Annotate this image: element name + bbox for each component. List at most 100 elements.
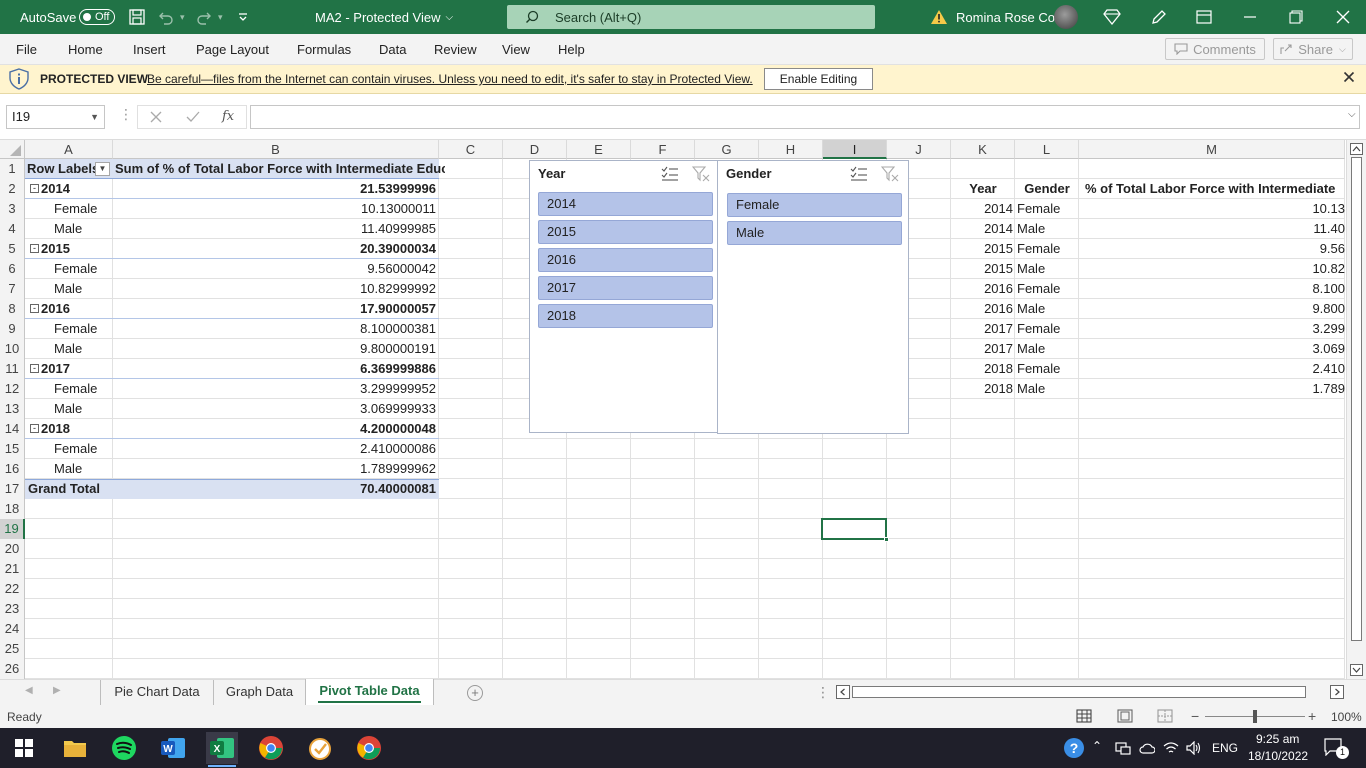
scroll-down-icon[interactable] bbox=[1347, 663, 1366, 677]
column-header-e[interactable]: E bbox=[567, 140, 631, 159]
word-icon[interactable]: W bbox=[157, 732, 189, 764]
volume-icon[interactable] bbox=[1186, 741, 1202, 755]
redo-icon[interactable] bbox=[196, 0, 214, 34]
help-icon[interactable]: ? bbox=[1058, 732, 1090, 764]
column-header-a[interactable]: A bbox=[25, 140, 113, 159]
ribbon-display-icon[interactable] bbox=[1196, 0, 1212, 34]
column-header-m[interactable]: M bbox=[1079, 140, 1345, 159]
row-header[interactable]: 7 bbox=[0, 279, 25, 299]
column-header-f[interactable]: F bbox=[631, 140, 695, 159]
tasks-app-icon[interactable] bbox=[304, 732, 336, 764]
collapse-icon[interactable]: - bbox=[30, 304, 39, 313]
pen-icon[interactable] bbox=[1150, 0, 1168, 34]
active-cell[interactable] bbox=[821, 518, 887, 540]
menu-page-layout[interactable]: Page Layout bbox=[196, 34, 269, 65]
excel-icon[interactable]: X bbox=[206, 732, 238, 767]
restore-icon[interactable] bbox=[1289, 0, 1303, 34]
horizontal-scrollbar[interactable] bbox=[836, 685, 1346, 700]
collapse-icon[interactable]: - bbox=[30, 244, 39, 253]
row-header[interactable]: 17 bbox=[0, 479, 25, 499]
enable-editing-button[interactable]: Enable Editing bbox=[764, 68, 873, 90]
zoom-in-icon[interactable]: + bbox=[1308, 708, 1316, 724]
sheet-tab-graph-data[interactable]: Graph Data bbox=[213, 680, 305, 705]
menu-review[interactable]: Review bbox=[434, 34, 477, 65]
share-button[interactable]: Share ⌵ bbox=[1273, 38, 1353, 60]
language-indicator[interactable]: ENG bbox=[1212, 741, 1238, 755]
row-header[interactable]: 13 bbox=[0, 399, 25, 419]
row-header[interactable]: 10 bbox=[0, 339, 25, 359]
menu-formulas[interactable]: Formulas bbox=[297, 34, 351, 65]
tab-splitter-icon[interactable]: ⋮ bbox=[816, 684, 830, 701]
file-explorer-icon[interactable] bbox=[59, 732, 91, 764]
column-header-c[interactable]: C bbox=[439, 140, 503, 159]
row-header[interactable]: 3 bbox=[0, 199, 25, 219]
column-header-b[interactable]: B bbox=[113, 140, 439, 159]
zoom-slider[interactable] bbox=[1205, 710, 1305, 723]
undo-dropdown-icon[interactable]: ▾ bbox=[180, 0, 185, 34]
column-header-i[interactable]: I bbox=[823, 140, 887, 159]
diamond-icon[interactable] bbox=[1103, 0, 1121, 34]
wifi-icon[interactable] bbox=[1163, 741, 1179, 755]
chrome-icon[interactable] bbox=[255, 732, 287, 764]
row-header[interactable]: 16 bbox=[0, 459, 25, 479]
close-icon[interactable] bbox=[1336, 0, 1350, 34]
network-icon[interactable] bbox=[1115, 741, 1131, 755]
row-header[interactable]: 1 bbox=[0, 159, 25, 179]
column-header-h[interactable]: H bbox=[759, 140, 823, 159]
scroll-left-icon[interactable] bbox=[836, 685, 850, 700]
protected-view-message[interactable]: Be careful—files from the Internet can c… bbox=[147, 72, 753, 86]
formula-input[interactable] bbox=[250, 105, 1360, 129]
row-header[interactable]: 15 bbox=[0, 439, 25, 459]
document-title[interactable]: MA2 - Protected View ⌵ bbox=[315, 0, 453, 34]
cancel-icon[interactable] bbox=[150, 111, 162, 123]
slicer-item-male[interactable]: Male bbox=[727, 221, 902, 245]
year-slicer[interactable]: Year 2014 2015 2016 2017 2018 bbox=[529, 160, 718, 433]
row-header[interactable]: 14 bbox=[0, 419, 25, 439]
collapse-icon[interactable]: - bbox=[30, 184, 39, 193]
worksheet-grid[interactable]: Row Labels ▼ Sum of % of Total Labor For… bbox=[25, 159, 1345, 679]
zoom-slider-thumb[interactable] bbox=[1253, 710, 1257, 723]
insert-function-icon[interactable]: fx bbox=[222, 109, 234, 124]
spotify-icon[interactable] bbox=[108, 732, 140, 764]
row-header[interactable]: 22 bbox=[0, 579, 25, 599]
undo-icon[interactable] bbox=[156, 0, 174, 34]
row-header[interactable]: 21 bbox=[0, 559, 25, 579]
multi-select-icon[interactable] bbox=[661, 166, 679, 182]
gender-slicer[interactable]: Gender Female Male bbox=[717, 160, 909, 434]
comments-button[interactable]: Comments bbox=[1165, 38, 1265, 60]
horizontal-scroll-thumb[interactable] bbox=[852, 686, 1306, 698]
cloud-icon[interactable] bbox=[1139, 742, 1155, 754]
name-box[interactable]: I19 ▼ bbox=[6, 105, 105, 129]
collapse-icon[interactable]: - bbox=[30, 364, 39, 373]
enter-icon[interactable] bbox=[186, 111, 200, 123]
slicer-item-2018[interactable]: 2018 bbox=[538, 304, 713, 328]
windows-start-icon[interactable] bbox=[8, 732, 40, 764]
clear-filter-icon[interactable] bbox=[881, 166, 899, 182]
page-layout-icon[interactable] bbox=[1117, 709, 1133, 723]
page-break-icon[interactable] bbox=[1157, 709, 1173, 723]
column-header-d[interactable]: D bbox=[503, 140, 567, 159]
slicer-item-2014[interactable]: 2014 bbox=[538, 192, 713, 216]
prev-sheet-icon[interactable]: ◀ bbox=[25, 685, 33, 696]
sheet-tab-pie-chart-data[interactable]: Pie Chart Data bbox=[100, 680, 213, 705]
row-header[interactable]: 8 bbox=[0, 299, 25, 319]
row-header[interactable]: 19 bbox=[0, 519, 25, 539]
chrome-profile-icon[interactable] bbox=[353, 732, 385, 764]
row-header[interactable]: 20 bbox=[0, 539, 25, 559]
close-protected-icon[interactable] bbox=[1343, 71, 1355, 86]
menu-home[interactable]: Home bbox=[68, 34, 103, 65]
row-header[interactable]: 18 bbox=[0, 499, 25, 519]
customize-toolbar-icon[interactable] bbox=[237, 0, 249, 34]
row-header[interactable]: 12 bbox=[0, 379, 25, 399]
row-header[interactable]: 6 bbox=[0, 259, 25, 279]
expand-formula-icon[interactable]: ⌵ bbox=[1348, 109, 1356, 120]
row-header[interactable]: 5 bbox=[0, 239, 25, 259]
column-header-k[interactable]: K bbox=[951, 140, 1015, 159]
slicer-item-2015[interactable]: 2015 bbox=[538, 220, 713, 244]
scroll-up-icon[interactable] bbox=[1347, 142, 1366, 156]
menu-insert[interactable]: Insert bbox=[133, 34, 166, 65]
fill-handle[interactable] bbox=[884, 537, 889, 542]
multi-select-icon[interactable] bbox=[850, 166, 868, 182]
row-header[interactable]: 4 bbox=[0, 219, 25, 239]
vertical-scroll-thumb[interactable] bbox=[1351, 157, 1362, 641]
